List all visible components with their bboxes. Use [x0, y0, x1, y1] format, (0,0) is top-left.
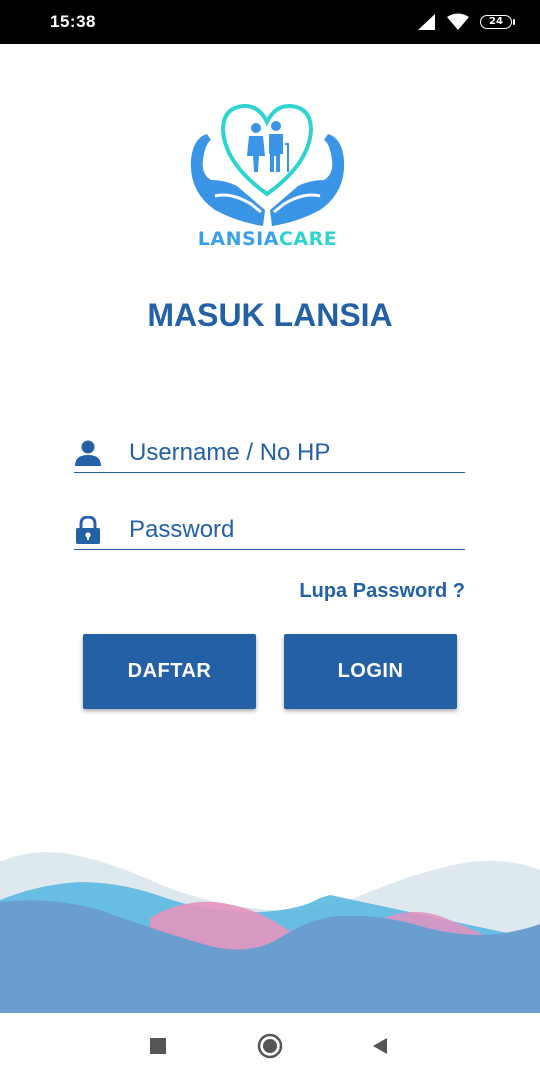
- status-time: 15:38: [50, 12, 96, 31]
- logo-word-lansia: LANSIA: [197, 228, 279, 250]
- battery-level: 24: [489, 16, 503, 27]
- battery-icon: 24: [480, 15, 515, 29]
- status-icons: 24: [416, 11, 515, 33]
- username-field: [74, 435, 465, 473]
- caring-hands-heart-icon: [190, 103, 345, 226]
- logo-wordmark: LANSIACARE: [185, 228, 350, 250]
- register-button[interactable]: DAFTAR: [83, 634, 256, 709]
- home-icon[interactable]: [257, 1033, 283, 1059]
- login-button[interactable]: LOGIN: [284, 634, 457, 709]
- signal-icon: [418, 14, 435, 30]
- lock-icon: [76, 516, 100, 544]
- username-input[interactable]: [129, 435, 459, 471]
- user-icon: [75, 440, 101, 466]
- status-bar: 15:38 24: [0, 0, 540, 44]
- navigation-bar: [0, 1013, 540, 1078]
- back-icon[interactable]: [367, 1033, 393, 1059]
- app-logo: LANSIACARE: [185, 100, 350, 260]
- page-title: MASUK LANSIA: [147, 297, 393, 333]
- decorative-waves: [0, 852, 540, 1015]
- password-input[interactable]: [129, 512, 459, 548]
- password-field: [74, 512, 465, 550]
- login-screen: 15:38 24 LANSIACARE MASUK LANSIA Usernam…: [0, 0, 540, 1078]
- logo-word-care: CARE: [278, 228, 338, 250]
- recents-icon[interactable]: [145, 1033, 171, 1059]
- wifi-icon: [447, 13, 469, 30]
- forgot-password-link[interactable]: Lupa Password ?: [299, 580, 465, 603]
